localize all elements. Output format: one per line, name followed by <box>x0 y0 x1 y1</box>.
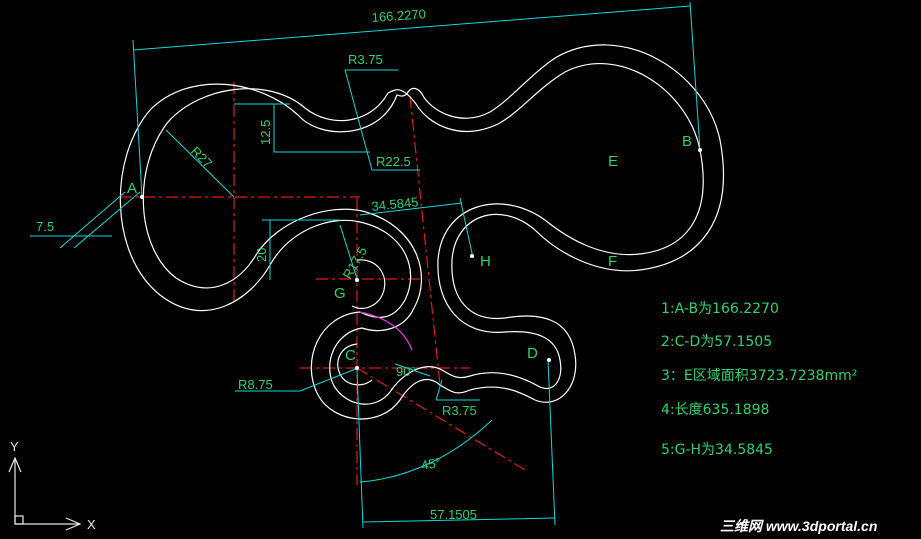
point-label-a: A <box>127 180 137 197</box>
dim-arc-45 <box>359 419 493 483</box>
point-label-c: C <box>345 347 356 364</box>
note-2: 2:C-D为57.1505 <box>661 334 772 350</box>
point-g-dot <box>355 278 359 282</box>
point-h-dot <box>470 254 474 258</box>
center-lines <box>120 82 526 485</box>
label-r375-top: R3.75 <box>348 52 383 67</box>
dim-ext-b <box>689 1 701 151</box>
inner-contour <box>142 63 704 405</box>
dim-ext-a <box>132 39 143 198</box>
point-b-dot <box>698 148 702 152</box>
dimension-labels: 166.2270 R3.75 12.5 R27 R22.5 7.5 34.584… <box>36 6 477 522</box>
axis-label-y: Y <box>10 439 19 454</box>
dim-ext-571505-d <box>547 359 556 526</box>
notes-block: 1:A-B为166.2270 2:C-D为57.1505 3：E区域面积3723… <box>661 301 857 458</box>
dim-ext-75-a <box>59 191 126 249</box>
point-label-g: G <box>334 285 346 302</box>
dim-leader-r875-2 <box>299 367 359 392</box>
label-r875: R8.75 <box>238 377 273 392</box>
cad-drawing-canvas[interactable]: 166.2270 R3.75 12.5 R27 R22.5 7.5 34.584… <box>0 0 921 539</box>
outer-contour <box>119 44 724 420</box>
note-5: 5:G-H为34.5845 <box>661 442 773 458</box>
point-label-b: B <box>682 133 692 150</box>
label-45: 45° <box>420 455 442 473</box>
point-d-dot <box>547 358 551 362</box>
point-c-dot <box>355 366 359 370</box>
point-label-h: H <box>480 253 491 270</box>
ucs-icon <box>8 456 82 531</box>
label-20: 20 <box>254 248 269 262</box>
point-a-dot <box>140 195 144 199</box>
key-points <box>140 148 702 370</box>
dimension-lines <box>30 1 701 529</box>
point-label-e: E <box>608 153 618 170</box>
label-r225: R22.5 <box>376 154 411 169</box>
dim-ext-345845-h <box>459 197 474 259</box>
label-75: 7.5 <box>36 219 54 234</box>
label-r375-bot: R3.75 <box>442 403 477 418</box>
part-outline <box>119 44 724 420</box>
center-line-slanted <box>409 95 441 386</box>
note-3: 3：E区域面积3723.7238mm² <box>661 368 857 384</box>
angle-arc-c <box>359 311 413 351</box>
note-4: 4:长度635.1898 <box>661 402 769 418</box>
axis-label-x: X <box>87 517 96 532</box>
dim-ext-75-b <box>73 191 141 249</box>
point-label-f: F <box>608 253 617 270</box>
note-1: 1:A-B为166.2270 <box>661 301 779 317</box>
point-label-d: D <box>527 345 538 362</box>
label-r175: R17.5 <box>340 244 370 282</box>
dim-ext-571505-c <box>356 369 364 529</box>
label-345845: 34.5845 <box>371 194 419 214</box>
label-r27: R27 <box>188 144 215 171</box>
label-90: 90° <box>396 364 416 379</box>
label-166: 166.2270 <box>371 6 426 25</box>
label-571505: 57.1505 <box>430 507 477 522</box>
watermark: 三维网 www.3dportal.cn <box>720 518 877 534</box>
label-125: 12.5 <box>258 120 273 145</box>
